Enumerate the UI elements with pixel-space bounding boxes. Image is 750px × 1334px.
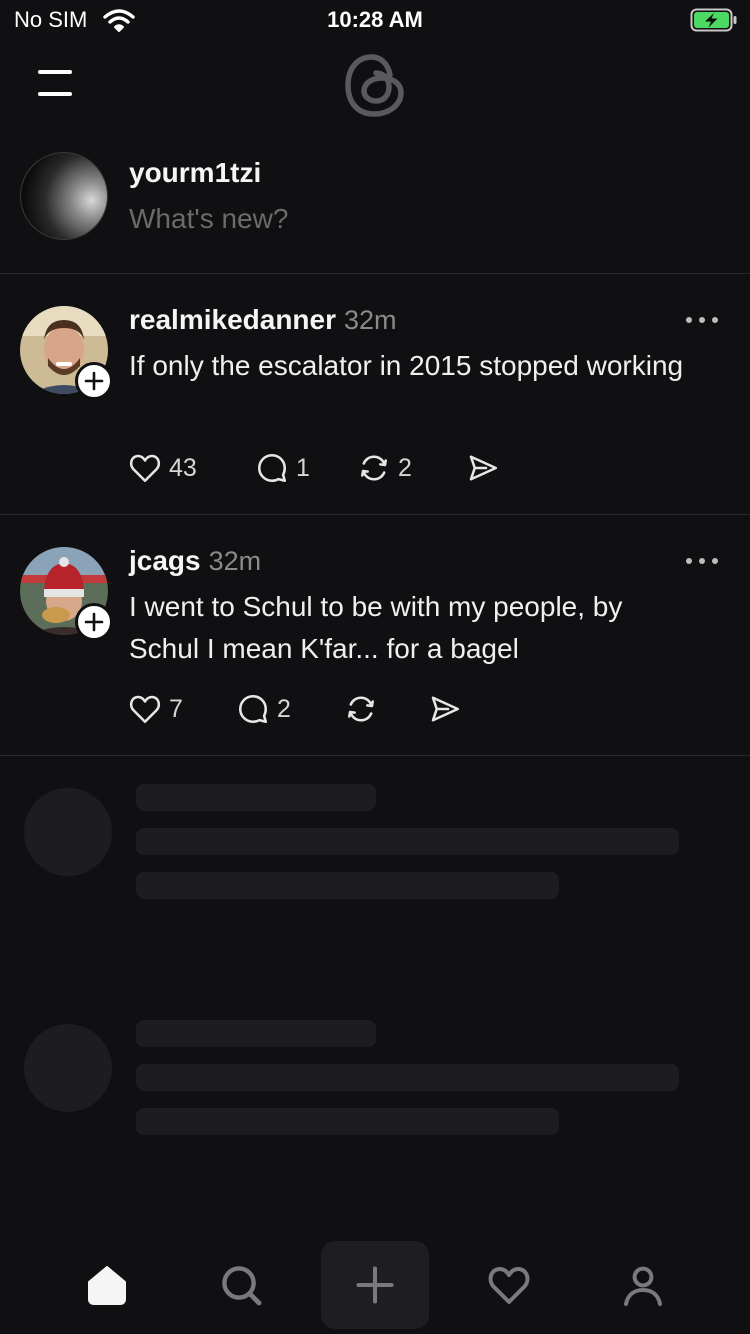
post-header: realmikedanner 32m: [129, 304, 397, 336]
like-count: 43: [169, 453, 197, 482]
status-time: 10:28 AM: [327, 7, 423, 32]
plus-icon: [84, 612, 104, 632]
hamburger-menu-line: [38, 92, 72, 96]
tab-profile[interactable]: [603, 1245, 683, 1325]
skeleton-line: [136, 784, 376, 811]
post-username[interactable]: jcags: [129, 545, 201, 577]
tab-home[interactable]: [67, 1245, 147, 1325]
menu-button[interactable]: [36, 68, 76, 100]
post-card[interactable]: realmikedanner 32m If only the escalator…: [0, 274, 750, 514]
more-dots-icon: [686, 317, 692, 323]
heart-icon: [488, 1266, 530, 1304]
more-dot: [712, 558, 718, 564]
heart-icon: [129, 695, 161, 724]
more-options-button[interactable]: [684, 555, 724, 567]
skeleton-line: [136, 1108, 559, 1135]
follow-button[interactable]: [75, 362, 113, 400]
follow-button[interactable]: [75, 603, 113, 641]
share-button[interactable]: [427, 691, 463, 727]
like-button[interactable]: 43: [127, 450, 197, 486]
more-dot: [712, 317, 718, 323]
loading-skeleton: [0, 992, 750, 1152]
more-options-button[interactable]: [684, 314, 724, 326]
search-icon: [222, 1266, 262, 1306]
post-actions: 7 2: [127, 691, 547, 731]
home-icon: [88, 1266, 126, 1305]
hamburger-menu-icon: [38, 70, 72, 74]
skeleton-line: [136, 1020, 376, 1047]
skeleton-line: [136, 1064, 679, 1091]
reply-button[interactable]: 1: [254, 450, 310, 486]
like-count: 7: [169, 694, 183, 723]
repost-icon: [348, 696, 374, 722]
skeleton-avatar: [24, 788, 112, 876]
skeleton-avatar: [24, 1024, 112, 1112]
post-username[interactable]: realmikedanner: [129, 304, 336, 336]
skeleton-line: [136, 828, 679, 855]
more-dot: [699, 317, 705, 323]
tab-bar: [0, 1230, 750, 1334]
comment-icon: [257, 453, 287, 483]
more-dot: [699, 558, 705, 564]
more-dots-icon: [686, 558, 692, 564]
post-header: jcags 32m: [129, 545, 261, 577]
repost-icon: [361, 455, 387, 481]
threads-logo-icon[interactable]: [344, 51, 406, 119]
skeleton-line: [136, 872, 559, 899]
composer-avatar[interactable]: [20, 152, 108, 240]
send-icon: [469, 455, 498, 481]
comment-icon: [238, 694, 268, 724]
composer-username: yourm1tzi: [129, 157, 262, 188]
tab-search[interactable]: [201, 1245, 281, 1325]
share-button[interactable]: [465, 450, 501, 486]
heart-icon: [129, 454, 161, 483]
repost-count: 2: [398, 453, 412, 482]
battery-charging-icon: [690, 8, 737, 32]
composer-input[interactable]: What's new?: [129, 203, 288, 235]
post-card[interactable]: jcags 32m I went to Schul to be with my …: [0, 515, 750, 755]
post-text: If only the escalator in 2015 stopped wo…: [129, 350, 684, 381]
reply-button[interactable]: 2: [235, 691, 291, 727]
like-button[interactable]: 7: [127, 691, 183, 727]
tab-compose[interactable]: [321, 1241, 429, 1329]
reply-count: 1: [296, 453, 310, 482]
plus-icon: [84, 371, 104, 391]
post-text: I went to Schul to be with my people, by…: [129, 591, 623, 664]
send-icon: [431, 696, 460, 722]
repost-button[interactable]: [343, 691, 379, 727]
post-actions: 43 1 2: [127, 450, 547, 490]
compose-plus-icon: [356, 1266, 394, 1304]
post-timestamp: 32m: [344, 305, 397, 335]
reply-count: 2: [277, 694, 291, 723]
tab-activity[interactable]: [469, 1245, 549, 1325]
profile-icon: [624, 1266, 662, 1306]
repost-button[interactable]: 2: [356, 450, 412, 486]
loading-skeleton: [0, 756, 750, 916]
post-timestamp: 32m: [208, 546, 262, 576]
